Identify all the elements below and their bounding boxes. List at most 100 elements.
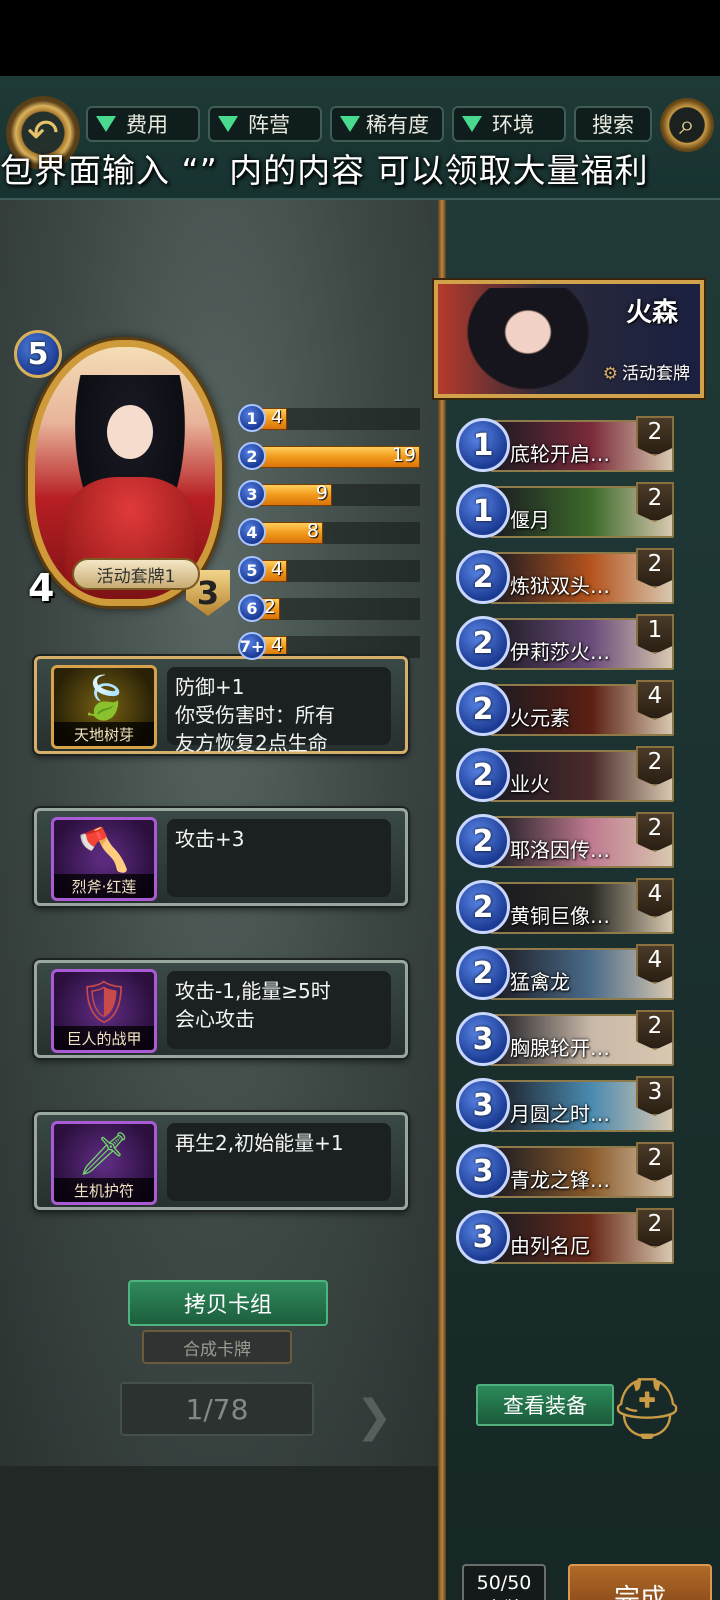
equipment-name: 巨人的战甲 <box>54 1026 154 1050</box>
equipment-description: 防御+1 你受伤害时：所有 友方恢复2点生命 <box>167 667 391 755</box>
equipment-name: 生机护符 <box>54 1178 154 1202</box>
deck-card-cost-gem: 2 <box>456 748 510 802</box>
deck-card-row[interactable]: 3 由列名厄 2 <box>456 1208 690 1266</box>
next-page-button[interactable]: ❯ <box>346 1388 402 1444</box>
bottom-strip <box>0 1466 438 1600</box>
axe-icon: 🪓 <box>77 825 131 874</box>
equipment-item[interactable]: 🪓 烈斧·红莲 攻击+3 <box>34 808 408 906</box>
deck-tag-label: 活动套牌 <box>622 364 690 384</box>
deck-card-name: 黄铜巨像… <box>510 904 610 928</box>
equipment-desc-line: 你受伤害时：所有 <box>175 703 335 727</box>
equipment-description: 再生2,初始能量+1 <box>167 1123 391 1201</box>
mana-curve-row: 2 19 <box>238 442 420 470</box>
deck-card-name: 业火 <box>510 772 550 796</box>
equipment-desc-line: 友方恢复2点生命 <box>175 731 328 755</box>
deck-card-row[interactable]: 3 胸腺轮开… 2 <box>456 1010 690 1068</box>
curve-cost-gem: 1 <box>238 404 266 432</box>
equipment-icon-frame: 🗡 生机护符 <box>51 1121 157 1205</box>
deck-card-cost-gem: 3 <box>456 1012 510 1066</box>
equipment-item[interactable]: 🍃 天地树芽 防御+1 你受伤害时：所有 友方恢复2点生命 <box>34 656 408 755</box>
deck-card-cost-gem: 2 <box>456 814 510 868</box>
deck-card-name: 由列名厄 <box>510 1234 590 1258</box>
deck-card-row[interactable]: 3 月圆之时… 3 <box>456 1076 690 1134</box>
synthesize-button[interactable]: 合成卡牌 <box>142 1330 292 1364</box>
promo-banner: 包界面输入 “” 内的内容 可以领取大量福利 <box>0 151 649 190</box>
equipment-icon-frame: 🛡 巨人的战甲 <box>51 969 157 1053</box>
dropdown-triangle-icon <box>218 116 238 132</box>
deck-hero-banner[interactable]: 火森 ⚙ 活动套牌 <box>434 280 704 398</box>
deck-card-row[interactable]: 2 伊莉莎火… 1 <box>456 614 690 672</box>
helmet-icon: ⛑ <box>608 1373 686 1444</box>
deck-card-name: 偃月 <box>510 508 550 532</box>
deck-card-row[interactable]: 2 黄铜巨像… 4 <box>456 878 690 936</box>
equipment-description: 攻击-1,能量≥5时 会心攻击 <box>167 971 391 1049</box>
deck-card-row[interactable]: 2 耶洛因传… 2 <box>456 812 690 870</box>
faction-filter[interactable]: 阵营 <box>208 106 322 142</box>
curve-cost-gem: 3 <box>238 480 266 508</box>
deck-card-cost-gem: 2 <box>456 616 510 670</box>
deck-card-cost-gem: 3 <box>456 1078 510 1132</box>
curve-cost-gem: 2 <box>238 442 266 470</box>
deck-card-name: 胸腺轮开… <box>510 1036 610 1060</box>
equipment-description: 攻击+3 <box>167 819 391 897</box>
search-label: 搜索 <box>592 113 634 137</box>
deck-card-row[interactable]: 3 青龙之锋… 2 <box>456 1142 690 1200</box>
view-equipment-button[interactable]: 查看装备 <box>476 1384 614 1426</box>
equipment-desc-line: 再生2,初始能量+1 <box>175 1131 344 1155</box>
magnifier-icon: ⌕ <box>679 108 695 141</box>
deck-count-label: 卡牌 <box>464 1596 544 1600</box>
curve-cost-gem: 6 <box>238 594 266 622</box>
search-field[interactable]: 搜索 <box>574 106 652 142</box>
curve-cost-gem: 7+ <box>238 632 266 660</box>
deck-card-cost-gem: 2 <box>456 682 510 736</box>
deck-card-row[interactable]: 1 偃月 2 <box>456 482 690 540</box>
faction-filter-label: 阵营 <box>248 113 290 137</box>
rarity-filter-label: 稀有度 <box>366 113 429 137</box>
deck-card-row[interactable]: 2 业火 2 <box>456 746 690 804</box>
copy-deck-button[interactable]: 拷贝卡组 <box>128 1280 328 1326</box>
environment-filter-label: 环境 <box>492 113 534 137</box>
deck-count-number: 50/50 <box>476 1572 532 1594</box>
equipment-item[interactable]: 🛡 巨人的战甲 攻击-1,能量≥5时 会心攻击 <box>34 960 408 1058</box>
dropdown-triangle-icon <box>340 116 360 132</box>
deck-card-name: 猛禽龙 <box>510 970 570 994</box>
deck-card-name: 炼狱双头… <box>510 574 610 598</box>
rarity-filter[interactable]: 稀有度 <box>330 106 444 142</box>
deck-card-name: 底轮开启… <box>510 442 610 466</box>
done-button[interactable]: 完成 <box>568 1564 712 1600</box>
environment-filter[interactable]: 环境 <box>452 106 566 142</box>
curve-count: 19 <box>391 444 416 466</box>
equipment-desc-line: 防御+1 <box>175 675 245 699</box>
deck-card-name: 月圆之时… <box>510 1102 610 1126</box>
deck-card-row[interactable]: 2 火元素 4 <box>456 680 690 738</box>
deck-card-row[interactable]: 2 猛禽龙 4 <box>456 944 690 1002</box>
dropdown-triangle-icon <box>462 116 482 132</box>
hero-card[interactable]: 5 4 3 活动套牌1 <box>14 326 236 616</box>
hero-name-plate: 活动套牌1 <box>72 558 200 590</box>
deck-card-list: 1 底轮开启… 2 1 偃月 2 2 炼狱双头… 2 2 伊莉莎火… 1 2 火元素 4 2 业火 2 2 耶洛因传…… <box>456 416 692 1346</box>
deck-hero-name: 火森 <box>625 298 678 328</box>
leaf-icon: 🍃 <box>77 673 131 722</box>
equipment-desc-line: 攻击+3 <box>175 827 245 851</box>
hero-attack: 4 <box>28 566 55 610</box>
deck-card-row[interactable]: 2 炼狱双头… 2 <box>456 548 690 606</box>
cost-filter[interactable]: 费用 <box>86 106 200 142</box>
armor-icon: 🛡 <box>77 977 131 1026</box>
deck-card-cost-gem: 3 <box>456 1144 510 1198</box>
dropdown-triangle-icon <box>96 116 116 132</box>
filter-bar: ↶ 费用 阵营 稀有度 环境 搜索 ⌕ 包界面输入 “” 内的内容 可以领取大量… <box>0 76 720 200</box>
deck-card-cost-gem: 1 <box>456 484 510 538</box>
deck-card-cost-gem: 2 <box>456 946 510 1000</box>
curve-cost-gem: 4 <box>238 518 266 546</box>
deck-card-cost-gem: 3 <box>456 1210 510 1264</box>
equipment-item[interactable]: 🗡 生机护符 再生2,初始能量+1 <box>34 1112 408 1210</box>
deck-card-cost-gem: 2 <box>456 880 510 934</box>
deck-card-name: 耶洛因传… <box>510 838 610 862</box>
deck-editor: ↶ 费用 阵营 稀有度 环境 搜索 ⌕ 包界面输入 “” 内的内容 可以领取大量… <box>0 76 720 1600</box>
equipment-name: 天地树芽 <box>54 722 154 746</box>
equipment-desc-line: 会心攻击 <box>175 1007 255 1031</box>
equipment-name: 烈斧·红莲 <box>54 874 154 898</box>
deck-card-row[interactable]: 1 底轮开启… 2 <box>456 416 690 474</box>
deck-card-name: 火元素 <box>510 706 570 730</box>
curve-cost-gem: 5 <box>238 556 266 584</box>
